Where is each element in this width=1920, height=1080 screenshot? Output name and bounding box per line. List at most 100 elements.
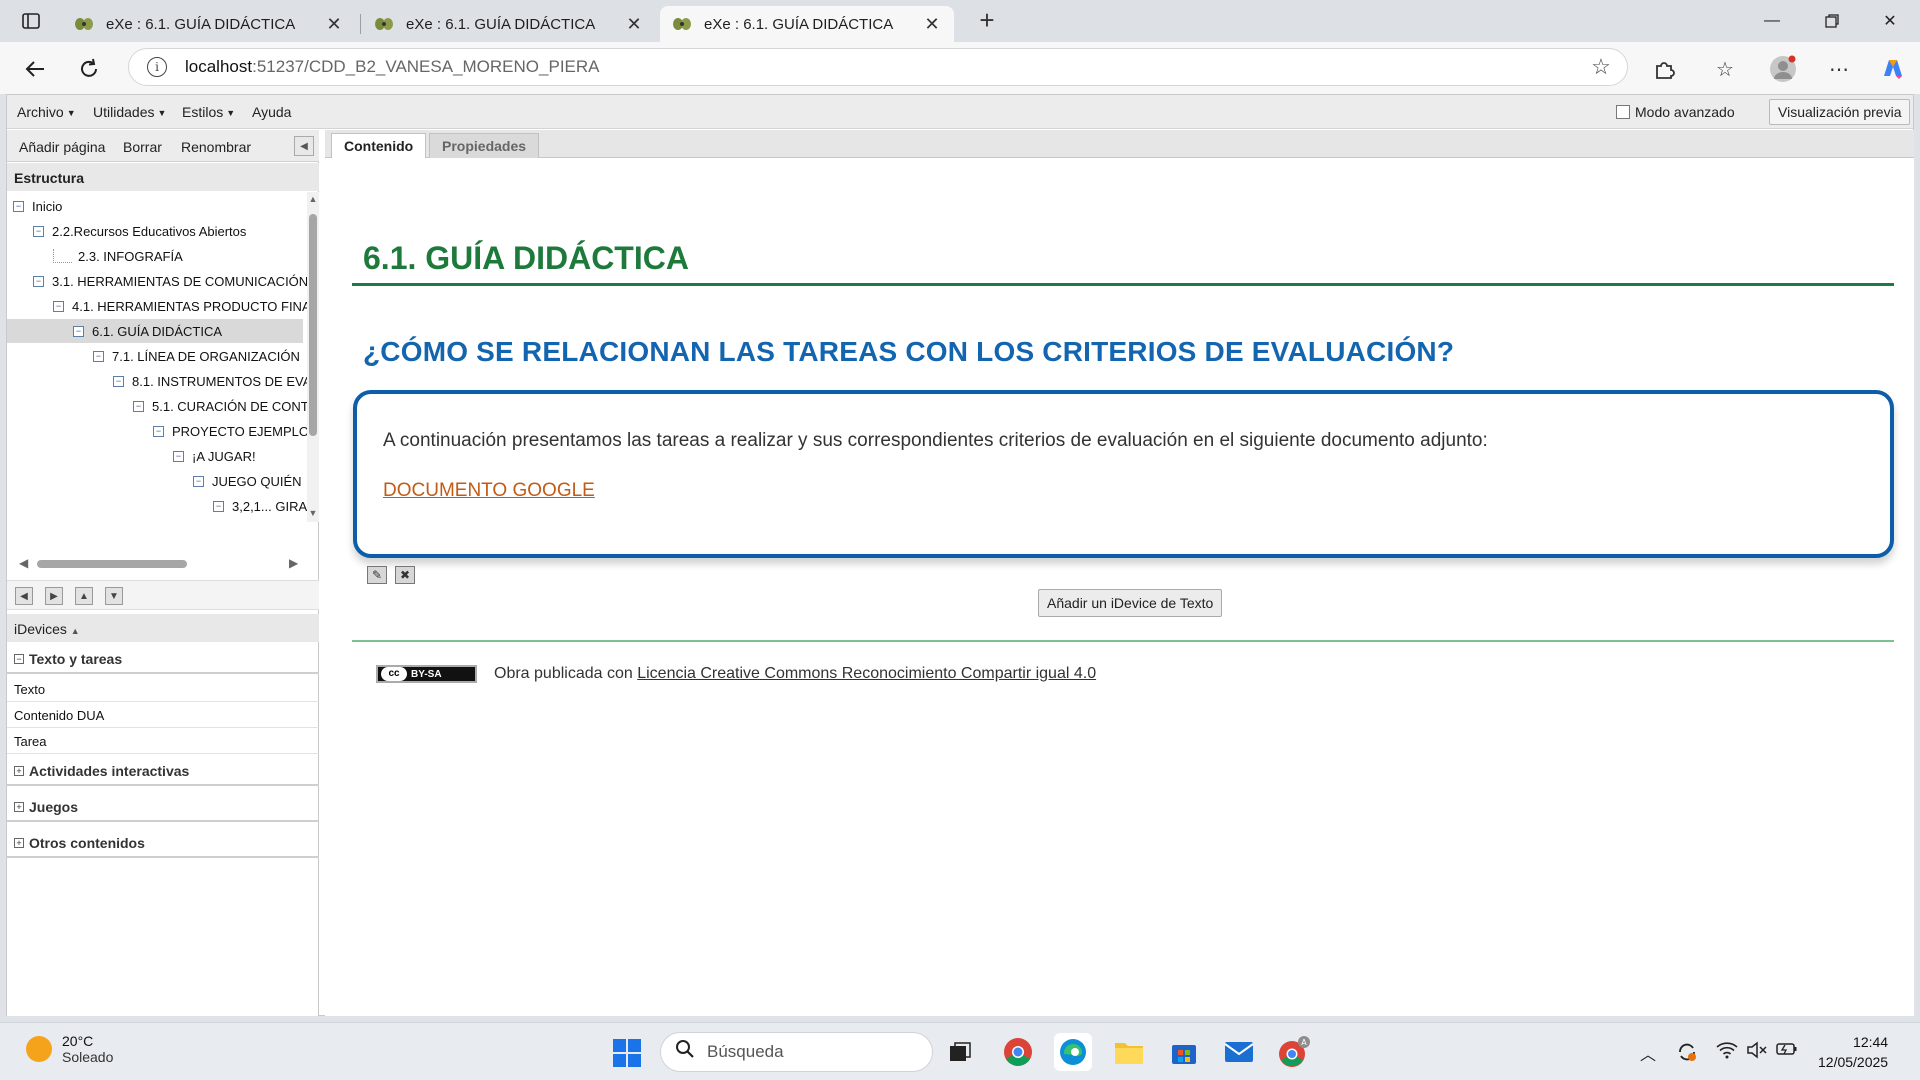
mail-icon[interactable]: [1220, 1033, 1258, 1071]
scrollbar-thumb[interactable]: [309, 214, 317, 436]
collapse-toggle-icon[interactable]: −: [213, 500, 224, 512]
browser-tab-3-active[interactable]: eXe : 6.1. GUÍA DIDÁCTICA ✕: [660, 6, 954, 42]
task-view-icon[interactable]: [941, 1033, 979, 1071]
scroll-up-icon[interactable]: ▲: [307, 194, 319, 206]
idevices-heading[interactable]: iDevices ▲: [7, 614, 319, 642]
delete-page-button[interactable]: Borrar: [123, 139, 162, 155]
collapse-toggle-icon[interactable]: −: [113, 375, 124, 387]
chrome-icon[interactable]: [999, 1033, 1037, 1071]
chevron-up-icon[interactable]: ︿: [1640, 1041, 1656, 1065]
tab-propiedades[interactable]: Propiedades: [429, 133, 540, 158]
reload-icon[interactable]: [72, 52, 106, 86]
edge-icon[interactable]: [1054, 1033, 1092, 1071]
menu-ayuda[interactable]: Ayuda: [252, 104, 291, 120]
taskbar-search[interactable]: Búsqueda: [660, 1032, 933, 1072]
edit-pencil-icon[interactable]: ✎: [367, 566, 387, 584]
close-window-icon[interactable]: ✕: [1870, 6, 1910, 36]
tree-node[interactable]: − JUEGO QUIÉN: [193, 469, 302, 493]
collapse-toggle-icon[interactable]: −: [13, 200, 24, 212]
collapse-toggle-icon[interactable]: −: [153, 425, 164, 437]
tree-node[interactable]: − PROYECTO EJEMPLO: [153, 419, 307, 443]
tree-node[interactable]: −3.1. HERRAMIENTAS DE COMUNICACIÓN: [33, 269, 307, 293]
collapse-toggle-icon[interactable]: −: [53, 300, 64, 312]
collapse-panel-icon[interactable]: ◀: [294, 136, 314, 156]
scroll-left-icon[interactable]: ◀: [19, 556, 28, 570]
tree-node[interactable]: − ¡A JUGAR!: [173, 444, 256, 468]
browser-tab-1[interactable]: eXe : 6.1. GUÍA DIDÁCTICA ✕: [62, 6, 356, 42]
move-left-icon[interactable]: ◀: [15, 587, 33, 605]
menu-estilos[interactable]: Estilos ▼: [182, 104, 235, 120]
favorites-icon[interactable]: ☆: [1708, 52, 1742, 86]
collapse-toggle-icon[interactable]: −: [193, 475, 204, 487]
advanced-mode-toggle[interactable]: Modo avanzado: [1616, 104, 1735, 120]
tree-node[interactable]: 2.3. INFOGRAFÍA: [53, 244, 183, 268]
tree-node[interactable]: −2.2.Recursos Educativos Abiertos: [33, 219, 246, 243]
idevice-texto[interactable]: Texto: [7, 676, 319, 702]
idevice-tarea[interactable]: Tarea: [7, 728, 319, 754]
windows-start-icon[interactable]: [613, 1039, 641, 1067]
idevice-group-juegos[interactable]: + Juegos: [7, 794, 319, 822]
collapse-toggle-icon[interactable]: −: [173, 450, 184, 462]
collapse-toggle-icon[interactable]: −: [33, 275, 44, 287]
minimize-icon[interactable]: —: [1752, 6, 1792, 36]
site-info-icon[interactable]: i: [147, 57, 167, 77]
tree-node[interactable]: −7.1. LÍNEA DE ORGANIZACIÓN: [93, 344, 300, 368]
tab-actions-icon[interactable]: [14, 8, 48, 34]
rename-page-button[interactable]: Renombrar: [181, 139, 251, 155]
tree-vertical-scrollbar[interactable]: ▲ ▼: [307, 192, 319, 522]
browser-tab-2[interactable]: eXe : 6.1. GUÍA DIDÁCTICA ✕: [362, 6, 656, 42]
tree-node[interactable]: −3,2,1... GIRA: [213, 494, 307, 518]
tree-horizontal-scrollbar[interactable]: ◀ ▶: [13, 556, 303, 570]
tree-node[interactable]: −8.1. INSTRUMENTOS DE EVALUACIÓN: [113, 369, 307, 393]
preview-button[interactable]: Visualización previa: [1769, 99, 1911, 125]
creative-commons-badge[interactable]: cc BY-SA: [376, 665, 477, 683]
collapse-toggle-icon[interactable]: −: [73, 325, 84, 337]
extensions-icon[interactable]: [1647, 52, 1681, 86]
close-tab-icon[interactable]: ✕: [324, 14, 344, 34]
profile-avatar-icon[interactable]: [1766, 52, 1800, 86]
move-right-icon[interactable]: ▶: [45, 587, 63, 605]
add-page-button[interactable]: Añadir página: [19, 139, 105, 155]
more-menu-icon[interactable]: ⋯: [1822, 52, 1856, 86]
close-tab-icon[interactable]: ✕: [922, 14, 942, 34]
advanced-mode-checkbox[interactable]: [1616, 105, 1630, 119]
copilot-icon[interactable]: [1876, 52, 1910, 86]
close-tab-icon[interactable]: ✕: [624, 14, 644, 34]
battery-icon[interactable]: [1776, 1041, 1798, 1062]
idevice-group-texto-tareas[interactable]: − Texto y tareas: [7, 646, 319, 674]
delete-x-icon[interactable]: ✖: [395, 566, 415, 584]
tree-node[interactable]: −4.1. HERRAMIENTAS PRODUCTO FINAL: [53, 294, 307, 318]
system-clock[interactable]: 12:44 12/05/2025: [1818, 1032, 1888, 1072]
favorite-star-icon[interactable]: ☆: [1589, 54, 1613, 79]
scroll-down-icon[interactable]: ▼: [307, 508, 319, 520]
sync-icon[interactable]: [1676, 1041, 1698, 1068]
menu-utilidades[interactable]: Utilidades ▼: [93, 104, 166, 120]
move-down-icon[interactable]: ▼: [105, 587, 123, 605]
back-arrow-icon[interactable]: [18, 52, 52, 86]
tree-node[interactable]: −5.1. CURACIÓN DE CONTENIDOS: [133, 394, 307, 418]
collapse-toggle-icon[interactable]: −: [133, 400, 144, 412]
wifi-icon[interactable]: [1716, 1041, 1738, 1064]
collapse-toggle-icon[interactable]: −: [93, 350, 104, 362]
tree-node[interactable]: − Inicio: [13, 194, 62, 218]
new-tab-icon[interactable]: +: [972, 7, 1002, 34]
microsoft-store-icon[interactable]: [1165, 1033, 1203, 1071]
chrome-profile-icon[interactable]: A: [1275, 1033, 1313, 1071]
license-link[interactable]: Licencia Creative Commons Reconocimiento…: [637, 665, 1096, 682]
menu-archivo[interactable]: Archivo ▼: [17, 104, 76, 120]
file-explorer-icon[interactable]: [1110, 1033, 1148, 1071]
restore-icon[interactable]: [1812, 6, 1852, 36]
idevice-group-actividades[interactable]: + Actividades interactivas: [7, 758, 319, 786]
weather-widget[interactable]: 20°C Soleado: [26, 1033, 113, 1065]
tree-node-selected[interactable]: −6.1. GUÍA DIDÁCTICA: [7, 319, 303, 343]
scrollbar-thumb[interactable]: [37, 560, 187, 568]
collapse-toggle-icon[interactable]: −: [33, 225, 44, 237]
volume-muted-icon[interactable]: [1746, 1041, 1768, 1064]
documento-google-link[interactable]: DOCUMENTO GOOGLE: [383, 480, 595, 502]
idevice-group-otros[interactable]: + Otros contenidos: [7, 830, 319, 858]
scroll-right-icon[interactable]: ▶: [289, 556, 298, 570]
address-bar[interactable]: i localhost:51237/CDD_B2_VANESA_MORENO_P…: [128, 48, 1628, 86]
add-text-idevice-button[interactable]: Añadir un iDevice de Texto: [1038, 589, 1223, 617]
idevice-contenido-dua[interactable]: Contenido DUA: [7, 702, 319, 728]
move-up-icon[interactable]: ▲: [75, 587, 93, 605]
